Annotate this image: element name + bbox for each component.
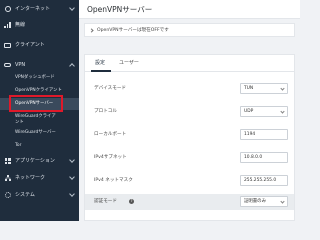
vpn-icon (4, 62, 11, 69)
chevron-up-icon (69, 63, 75, 69)
chevron-right-icon (89, 28, 94, 33)
sidebar-subitem-vpn-dashboard[interactable]: VPNダッシュボード (0, 72, 79, 84)
sidebar-subitem-label: OpenVPNクライアント (15, 88, 62, 93)
chevron-down-icon (69, 174, 75, 180)
chevron-down-icon (69, 5, 75, 11)
globe-icon (4, 6, 11, 13)
ipv4-netmask-value: 255.255.255.0 (244, 178, 277, 183)
local-port-label: ローカルポート (94, 132, 127, 137)
chevron-down-icon (69, 191, 75, 197)
highlight-annotation (9, 95, 63, 112)
sidebar-item-applications[interactable]: アプリケーション (0, 154, 79, 168)
ipv4-netmask-input[interactable]: 255.255.255.0 (240, 175, 288, 186)
sidebar-subitem-label: WireGuardサーバー (15, 130, 56, 135)
local-port-input[interactable]: 1194 (240, 129, 288, 140)
sidebar-item-wireless[interactable]: 無線 (0, 18, 79, 32)
help-icon[interactable]: ? (129, 199, 134, 204)
sidebar-subitem-wireguard-server[interactable]: WireGuardサーバー (0, 127, 79, 139)
sidebar-subitem-wireguard-client[interactable]: WireGuardクライアント (0, 113, 79, 126)
apps-icon (4, 158, 11, 165)
tab-bar: 設定 ユーザー (85, 55, 294, 72)
chevron-down-icon (69, 157, 75, 163)
sidebar-item-label: クライアント (15, 42, 45, 48)
device-mode-label: デバイスモード (94, 86, 127, 91)
chevron-down-icon (280, 85, 285, 91)
sidebar-item-network[interactable]: ネットワーク (0, 171, 79, 185)
sidebar-item-label: アプリケーション (15, 158, 55, 164)
form-row-ipv4-netmask: IPv4 ネットマスク 255.255.255.0 (85, 173, 294, 189)
form-row-local-port: ローカルポート 1194 (85, 127, 294, 143)
form-row-device-mode: デバイスモード TUN (85, 81, 294, 97)
sidebar-subitem-tor[interactable]: Tor (0, 140, 79, 152)
sidebar-item-clients[interactable]: クライアント (0, 38, 79, 52)
tab-users[interactable]: ユーザー (119, 60, 139, 66)
ipv4-subnet-input[interactable]: 10.8.0.0 (240, 152, 288, 163)
clients-icon (4, 42, 11, 49)
sidebar-item-label: ネットワーク (15, 175, 46, 181)
system-icon (4, 192, 11, 199)
chevron-down-icon (280, 198, 285, 204)
tab-settings[interactable]: 設定 (95, 60, 105, 66)
sidebar-item-label: インターネット (15, 6, 51, 12)
protocol-label: プロトコル (94, 109, 117, 114)
network-icon (4, 175, 11, 182)
active-tab-indicator (91, 70, 111, 72)
form-row-auth-mode: 認証モード ? 証明書のみ (85, 194, 294, 210)
status-message: OpenVPNサーバーは現在OFFです (97, 28, 169, 33)
sidebar-subitem-label: WireGuardクライアント (15, 114, 56, 125)
device-mode-value: TUN (244, 86, 254, 91)
wireless-icon (4, 22, 11, 29)
local-port-value: 1194 (244, 132, 256, 137)
sidebar: インターネット 無線 クライアント VPN VPNダッシュボード OpenVPN… (0, 0, 79, 221)
sidebar-subitem-label: VPNダッシュボード (15, 75, 55, 80)
sidebar-item-label: システム (15, 192, 35, 198)
ipv4-subnet-value: 10.8.0.0 (244, 155, 263, 160)
device-mode-select[interactable]: TUN (240, 83, 288, 94)
chevron-down-icon (280, 108, 285, 114)
status-panel[interactable]: OpenVPNサーバーは現在OFFです (84, 23, 295, 37)
form-row-ipv4-subnet: IPv4サブネット 10.8.0.0 (85, 150, 294, 166)
auth-mode-select[interactable]: 証明書のみ (240, 196, 288, 207)
sidebar-item-label: 無線 (15, 22, 26, 28)
sidebar-subitem-label: Tor (15, 143, 22, 148)
settings-card: 設定 ユーザー デバイスモード TUN プロトコル UDP ローカルポート 11… (84, 54, 295, 221)
sidebar-item-system[interactable]: システム (0, 188, 79, 202)
sidebar-item-vpn[interactable]: VPN (0, 58, 79, 72)
main-panel: OpenVPNサーバー OpenVPNサーバーは現在OFFです 設定 ユーザー … (79, 0, 300, 221)
ipv4-subnet-label: IPv4サブネット (94, 155, 127, 160)
auth-mode-label: 認証モード (94, 199, 117, 204)
protocol-value: UDP (244, 109, 254, 114)
sidebar-item-internet[interactable]: インターネット (0, 2, 79, 16)
ipv4-netmask-label: IPv4 ネットマスク (94, 178, 133, 183)
auth-mode-value: 証明書のみ (244, 199, 266, 204)
sidebar-item-label: VPN (15, 62, 26, 68)
page-title: OpenVPNサーバー (87, 5, 153, 14)
page-header: OpenVPNサーバー (79, 0, 300, 19)
form-row-protocol: プロトコル UDP (85, 104, 294, 120)
protocol-select[interactable]: UDP (240, 106, 288, 117)
